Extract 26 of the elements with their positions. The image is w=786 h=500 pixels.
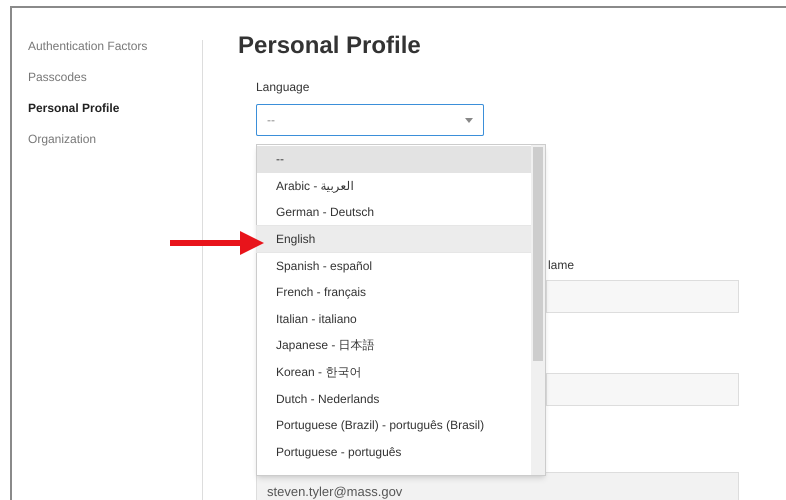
page-title: Personal Profile (238, 31, 421, 61)
dropdown-option[interactable]: Japanese - 日本語 (257, 332, 531, 359)
arrow-icon (170, 231, 264, 255)
dropdown-option[interactable]: German - Deutsch (257, 199, 531, 226)
dropdown-option[interactable]: English (257, 226, 531, 252)
sidebar-item[interactable]: Passcodes (28, 68, 87, 87)
language-select[interactable]: -- (256, 104, 484, 136)
sidebar-item[interactable]: Personal Profile (28, 99, 120, 118)
field-label: lame (548, 257, 574, 274)
dropdown-option[interactable]: -- (257, 146, 531, 173)
dropdown-option[interactable]: Italian - italiano (257, 306, 531, 332)
dropdown-option[interactable]: Spanish - español (257, 252, 531, 279)
sidebar-item[interactable]: Organization (28, 130, 96, 149)
email-field[interactable]: steven.tyler@mass.gov (256, 472, 739, 500)
dropdown-option[interactable]: Arabic - العربية (257, 172, 531, 200)
scrollbar-thumb[interactable] (533, 147, 543, 361)
dropdown-option[interactable]: Portuguese (Brazil) - português (Brasil) (257, 412, 531, 439)
dropdown-option[interactable]: French - français (257, 278, 531, 306)
field-label: Language (256, 79, 310, 96)
sidebar-item[interactable]: Authentication Factors (28, 37, 148, 56)
dropdown-option[interactable]: Portuguese - português (257, 438, 531, 466)
dropdown-option[interactable]: Dutch - Nederlands (257, 385, 531, 412)
caret-icon (465, 118, 473, 122)
input-field[interactable] (546, 280, 739, 313)
dropdown-option[interactable]: Korean - 한국어 (257, 358, 531, 386)
input-field[interactable] (546, 373, 739, 406)
